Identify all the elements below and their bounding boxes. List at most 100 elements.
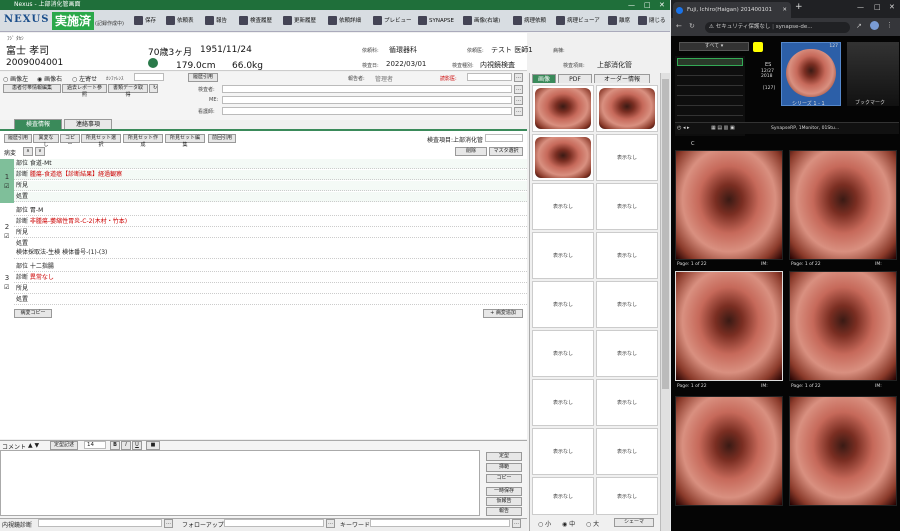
series-list-item[interactable]: [677, 108, 743, 116]
nurse-field[interactable]: [222, 107, 512, 115]
browser-tab[interactable]: Fuji, Ichiro(Haigan) 201400101 ✕: [673, 2, 791, 18]
image-cell-2[interactable]: [596, 85, 658, 132]
comment-copy-button[interactable]: コピー: [486, 474, 522, 483]
provisional-report-button[interactable]: 仮報告: [486, 497, 522, 506]
image-cell-7[interactable]: 表示なし: [532, 232, 594, 279]
schema-button[interactable]: シェーマ: [614, 518, 654, 527]
image-cell-12[interactable]: 表示なし: [596, 330, 658, 377]
finding-set-edit-button[interactable]: 所見セット編集: [165, 134, 205, 148]
away-button[interactable]: 離席: [608, 14, 630, 28]
browser-maximize-button[interactable]: □: [874, 3, 881, 11]
finding-set-create-button[interactable]: 所見セット作成: [123, 134, 163, 148]
size-small-radio[interactable]: ○ 小: [538, 519, 551, 528]
finding-3-site-row[interactable]: 部位 十二指腸: [14, 262, 527, 272]
close-button[interactable]: 閉じる: [638, 14, 666, 28]
address-bar[interactable]: ⚠ セキュリティ保護なし | synapse-de...: [705, 22, 850, 33]
preview-button[interactable]: プレビュー: [373, 14, 412, 28]
diag-more-button[interactable]: …: [164, 519, 173, 528]
template-button[interactable]: 定型: [486, 452, 522, 461]
menu-icon[interactable]: ⋮: [886, 21, 893, 29]
finding-3-diag-row[interactable]: 診断 異常なし: [14, 273, 527, 283]
image-cell-13[interactable]: 表示なし: [532, 379, 594, 426]
image-cell-8[interactable]: 表示なし: [596, 232, 658, 279]
tab-close-icon[interactable]: ✕: [782, 2, 787, 18]
report-button[interactable]: 報告: [205, 14, 227, 28]
image-cell-14[interactable]: 表示なし: [596, 379, 658, 426]
close-window-button[interactable]: ✕: [659, 0, 665, 10]
finding-2-site-row[interactable]: 部位 胃-M: [14, 206, 527, 216]
image-cell-5[interactable]: 表示なし: [532, 183, 594, 230]
pathology-request-button[interactable]: 病理依頼: [513, 14, 546, 28]
followup-field[interactable]: [224, 519, 324, 527]
left-align-radio[interactable]: ○ 左寄せ: [72, 74, 97, 83]
viewer-image-5[interactable]: [675, 396, 783, 506]
final-report-button[interactable]: 報告: [486, 507, 522, 516]
image-right-button[interactable]: 画像(右端): [463, 14, 500, 28]
me-field[interactable]: [222, 96, 512, 104]
finding-1-checkbox[interactable]: ☑: [4, 183, 9, 190]
endoscopic-diag-field[interactable]: [38, 519, 162, 527]
move-up-button[interactable]: ∧: [23, 147, 33, 156]
series-list-item[interactable]: [677, 58, 743, 66]
color-button[interactable]: ■: [146, 441, 160, 450]
move-down-button[interactable]: ∨: [35, 147, 45, 156]
keyword-more-button[interactable]: …: [512, 519, 521, 528]
finding-3-finding-row[interactable]: 所見: [14, 284, 527, 294]
image-cell-6[interactable]: 表示なし: [596, 183, 658, 230]
browser-minimize-button[interactable]: —: [857, 3, 864, 11]
series-list-item[interactable]: [677, 88, 743, 96]
temp-save-button[interactable]: 一時保存: [486, 487, 522, 496]
past-report-button[interactable]: 過去レポート参照: [62, 84, 107, 98]
image-cell-1[interactable]: [532, 85, 594, 132]
finding-1-site-row[interactable]: 部位 食道-Mt: [14, 159, 527, 169]
size-large-radio[interactable]: ○ 大: [586, 519, 599, 528]
finding-2-finding-row[interactable]: 所見: [14, 228, 527, 238]
conference-select[interactable]: [134, 73, 164, 81]
request-form-button[interactable]: 依頼表: [166, 14, 194, 28]
scrollbar-thumb[interactable]: [662, 79, 669, 389]
request-detail-button[interactable]: 依頼詳細: [328, 14, 361, 28]
maximize-button[interactable]: □: [644, 0, 651, 10]
image-cell-9[interactable]: 表示なし: [532, 281, 594, 328]
image-cell-10[interactable]: 表示なし: [596, 281, 658, 328]
update-history-button[interactable]: 更新履歴: [283, 14, 316, 28]
series-list-item[interactable]: [677, 78, 743, 86]
findings-history-button[interactable]: 履歴引用: [4, 134, 32, 143]
image-cell-3[interactable]: [532, 134, 594, 181]
previous-quote-button[interactable]: 前回引用: [208, 134, 236, 143]
layout-icon[interactable]: ◴ ◂ ▸: [677, 125, 690, 131]
tab-order-info[interactable]: オーダー情報: [594, 74, 650, 83]
underline-button[interactable]: U: [132, 441, 142, 450]
comment-textarea[interactable]: [0, 450, 480, 516]
patient-info-edit-button[interactable]: 患者付帯情報編集: [3, 84, 61, 93]
tab-contact[interactable]: 連絡事項: [64, 119, 112, 129]
exam-history-button[interactable]: 検査履歴: [239, 14, 272, 28]
pathology-viewer-button[interactable]: 病理ビューア: [556, 14, 600, 28]
series-filter-select[interactable]: すべて ▾: [679, 42, 749, 51]
finding-1-finding-row[interactable]: 所見: [14, 181, 527, 191]
approver-more-button[interactable]: …: [514, 73, 523, 82]
back-icon[interactable]: ←: [676, 22, 682, 30]
followup-more-button[interactable]: …: [326, 519, 335, 528]
lesion-add-button[interactable]: + 病変追加: [483, 309, 523, 318]
tab-images[interactable]: 画像: [532, 74, 556, 83]
tool-icons[interactable]: ▦ ▤ ▥ ▣: [711, 125, 735, 131]
tab-pdf[interactable]: PDF: [558, 74, 592, 83]
italic-button[interactable]: I: [121, 441, 131, 450]
nurse-more-button[interactable]: …: [514, 107, 523, 116]
finding-3-treatment-row[interactable]: 処置: [14, 295, 527, 305]
new-tab-button[interactable]: +: [795, 2, 803, 12]
comment-order-buttons[interactable]: ▲ ▼: [28, 442, 39, 449]
profile-avatar[interactable]: [870, 21, 879, 30]
finding-1-diag-row[interactable]: 診断 腫瘍-食道癌【診断結果】経過観察: [14, 170, 527, 180]
image-left-radio[interactable]: ○ 画像左: [3, 74, 28, 83]
finding-2-checkbox[interactable]: ☑: [4, 233, 9, 240]
keyword-field[interactable]: [370, 519, 510, 527]
reload-button[interactable]: ↻: [149, 84, 158, 93]
finding-2-diag-row[interactable]: 診断 非腫瘍-萎縮性胃炎-C-2(木村・竹本): [14, 217, 527, 227]
image-cell-4[interactable]: 表示なし: [596, 134, 658, 181]
finding-set-select-button[interactable]: 所見セット選択: [81, 134, 121, 148]
bookmark-panel[interactable]: ブックマーク: [847, 42, 899, 106]
viewer-image-4[interactable]: [789, 271, 897, 381]
document-fetch-button[interactable]: 書類データ取得: [108, 84, 148, 98]
